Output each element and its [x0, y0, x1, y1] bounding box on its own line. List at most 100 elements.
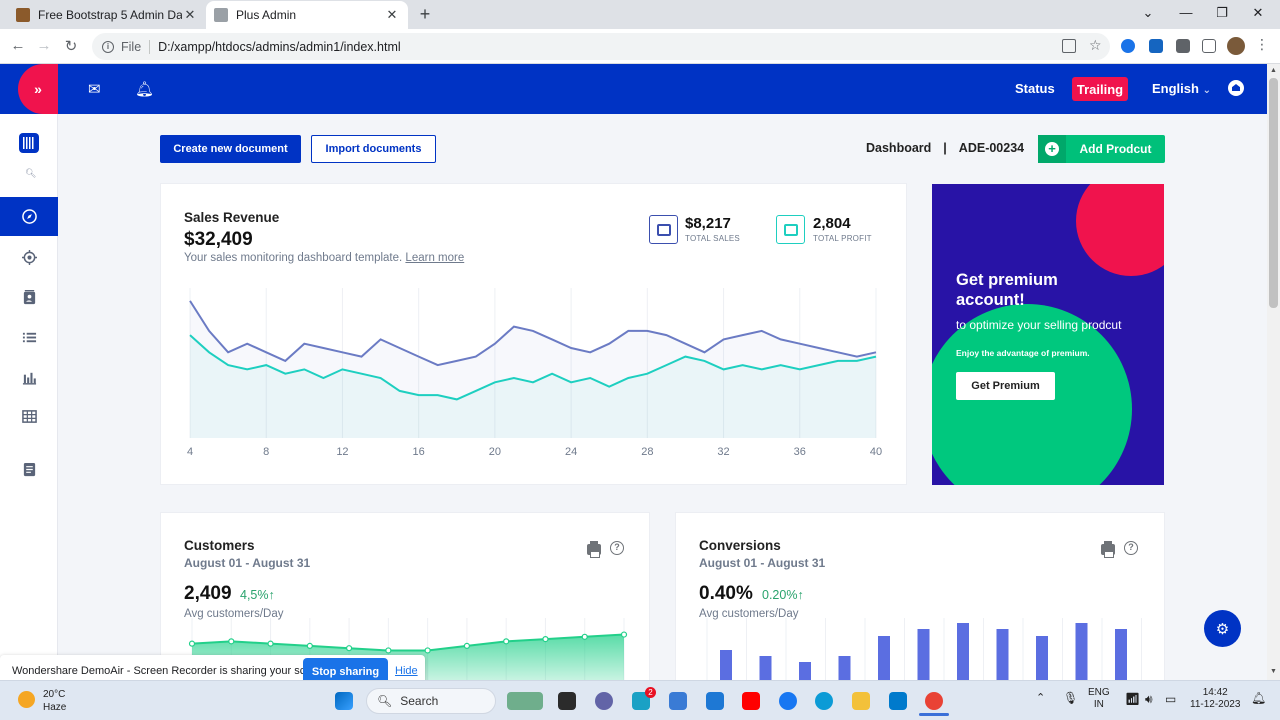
- close-tab-icon[interactable]: ✕: [384, 7, 400, 23]
- status-link[interactable]: Status: [1015, 81, 1055, 96]
- close-window-icon[interactable]: ✕: [1248, 5, 1268, 21]
- promo-title: Get premium account!: [956, 271, 1058, 309]
- mail-icon[interactable]: ✉: [88, 80, 101, 98]
- home-icon[interactable]: [1228, 80, 1244, 96]
- import-documents-button[interactable]: Import documents: [311, 135, 436, 163]
- menu-kebab-icon[interactable]: ⋮: [1255, 36, 1269, 52]
- mail-app-icon[interactable]: [706, 692, 724, 710]
- list-icon[interactable]: [22, 330, 37, 345]
- conversions-date-range: August 01 - August 31: [699, 556, 826, 570]
- conversions-bar-chart: [706, 618, 1142, 680]
- taskbar-search[interactable]: 🔍︎ Search: [366, 688, 496, 714]
- conversions-value: 0.40%: [699, 583, 753, 604]
- x-tick-label: 4: [186, 446, 194, 458]
- settings-fab[interactable]: ⚙: [1204, 610, 1241, 647]
- reload-icon[interactable]: ↻: [62, 37, 80, 55]
- puzzle-icon[interactable]: [1176, 39, 1190, 53]
- help-icon[interactable]: ?: [1124, 541, 1138, 555]
- print-icon[interactable]: [1101, 541, 1115, 558]
- tab-search-chevron-icon[interactable]: ⌄: [1138, 5, 1158, 21]
- profile-avatar[interactable]: [1227, 37, 1245, 55]
- youtube-icon[interactable]: [742, 692, 760, 710]
- browser-tab-active[interactable]: Plus Admin ✕: [206, 1, 408, 29]
- shield-extension-icon[interactable]: [1149, 39, 1163, 53]
- sales-line-chart: [189, 288, 877, 438]
- tray-overflow-icon[interactable]: ⌃: [1036, 692, 1045, 704]
- sharing-message: Wondershare DemoAir - Screen Recorder is…: [12, 665, 331, 677]
- microphone-icon[interactable]: 🎙︎: [1063, 692, 1078, 704]
- browser-tabstrip: Free Bootstrap 5 Admin Dashbo ✕ Plus Adm…: [0, 0, 1280, 29]
- input-language[interactable]: ENG IN: [1088, 687, 1110, 711]
- print-icon[interactable]: [587, 541, 601, 558]
- conversion-bar: [1075, 623, 1088, 680]
- table-icon[interactable]: [22, 409, 37, 424]
- edge-icon[interactable]: [815, 692, 833, 710]
- contacts-icon[interactable]: [22, 290, 37, 305]
- share-icon[interactable]: [1062, 39, 1076, 53]
- back-icon[interactable]: ←: [9, 37, 27, 54]
- x-tick-label: 8: [263, 446, 270, 458]
- document-icon[interactable]: [22, 462, 37, 477]
- brand-logo-icon[interactable]: [19, 133, 39, 153]
- bookmark-star-icon[interactable]: ☆: [1089, 37, 1103, 53]
- clock[interactable]: 14:42 11-12-2023: [1190, 687, 1240, 711]
- scroll-up-icon[interactable]: ▲: [1270, 67, 1277, 74]
- chrome-icon[interactable]: [925, 692, 943, 710]
- hide-link[interactable]: Hide: [395, 665, 418, 677]
- create-document-button[interactable]: Create new document: [160, 135, 301, 163]
- add-product-button[interactable]: + Add Prodcut: [1038, 135, 1165, 163]
- vertical-scrollbar[interactable]: ▲ ▼: [1267, 64, 1280, 680]
- trailing-badge[interactable]: Trailing: [1072, 77, 1128, 101]
- promo-decor-circle: [1076, 184, 1164, 276]
- battery-icon[interactable]: ▭: [1165, 693, 1176, 705]
- x-tick-label: 32: [717, 446, 730, 458]
- language-code: ENG: [1088, 687, 1110, 698]
- page-favicon-icon: [214, 8, 228, 22]
- get-premium-button[interactable]: Get Premium: [956, 372, 1055, 400]
- close-tab-icon[interactable]: ✕: [182, 7, 198, 23]
- compass-icon[interactable]: [22, 209, 37, 224]
- forward-icon[interactable]: →: [35, 37, 53, 54]
- bell-icon[interactable]: 🔔︎: [135, 80, 154, 98]
- weather-widget[interactable]: 20°C Haze: [43, 688, 66, 714]
- scrollbar-thumb[interactable]: [1269, 78, 1278, 308]
- facebook-icon[interactable]: [779, 692, 797, 710]
- plus-circle-icon: +: [1038, 135, 1066, 163]
- data-point: [385, 647, 392, 654]
- conversion-bar: [799, 662, 811, 680]
- gear-icon: ⚙: [1215, 620, 1230, 638]
- learn-more-link[interactable]: Learn more: [405, 252, 464, 264]
- bar-chart-icon[interactable]: [22, 370, 37, 385]
- wifi-icon[interactable]: 📶︎: [1125, 693, 1140, 705]
- vscode-icon[interactable]: [889, 692, 907, 710]
- omnibox[interactable]: i File D:/xampp/htdocs/admins/admin1/ind…: [92, 33, 1110, 60]
- target-icon[interactable]: [22, 250, 37, 265]
- language-select[interactable]: English ⌄: [1152, 81, 1211, 96]
- browser-tab[interactable]: Free Bootstrap 5 Admin Dashbo ✕: [8, 1, 206, 29]
- breadcrumb-page[interactable]: Dashboard: [866, 141, 931, 155]
- new-tab-button[interactable]: +: [416, 4, 434, 25]
- weather-icon[interactable]: [18, 691, 35, 708]
- side-panel-icon[interactable]: [1202, 39, 1216, 53]
- chat-icon[interactable]: [595, 692, 613, 710]
- widgets-icon[interactable]: [507, 692, 543, 710]
- store-icon[interactable]: [669, 692, 687, 710]
- url-text[interactable]: D:/xampp/htdocs/admins/admin1/index.html: [158, 40, 400, 54]
- total-profit-value: 2,804: [813, 215, 851, 232]
- minimize-icon[interactable]: —: [1176, 5, 1196, 20]
- start-windows-icon[interactable]: [335, 692, 353, 710]
- data-point: [463, 642, 471, 650]
- info-icon[interactable]: i: [102, 40, 114, 53]
- extension-icon[interactable]: [1121, 39, 1135, 53]
- file-explorer-icon[interactable]: [852, 692, 870, 710]
- volume-icon[interactable]: 🔊︎: [1145, 693, 1153, 705]
- breadcrumb-id: ADE-00234: [958, 141, 1025, 155]
- maximize-icon[interactable]: ❐: [1212, 5, 1232, 21]
- help-icon[interactable]: ?: [610, 541, 624, 555]
- data-point: [424, 647, 431, 654]
- notifications-icon[interactable]: 🔔︎: [1251, 692, 1266, 704]
- task-view-icon[interactable]: [558, 692, 576, 710]
- scroll-down-icon[interactable]: ▼: [1270, 668, 1277, 675]
- x-tick-label: 40: [869, 446, 883, 458]
- search-icon[interactable]: 🔍︎: [25, 168, 36, 179]
